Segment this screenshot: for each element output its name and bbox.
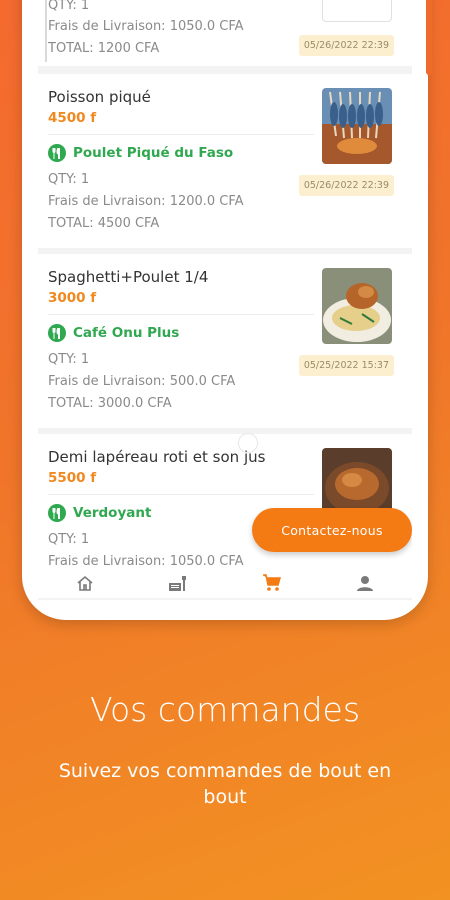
card-side-bar [45, 0, 47, 62]
dish-name: Demi lapéreau roti et son jus [48, 448, 266, 466]
bottom-nav [38, 568, 412, 598]
restaurant-name: Verdoyant [73, 505, 152, 521]
cart-icon [262, 574, 281, 591]
order-delivery-fee: Frais de Livraison: 1050.0 CFA [48, 19, 244, 34]
food-image [322, 0, 392, 22]
restaurant[interactable]: Café Onu Plus [48, 324, 179, 342]
order-card[interactable]: Poisson piqué 4500 f Poulet Piqué du Fas… [38, 74, 412, 248]
order-total: TOTAL: 1200 CFA [48, 41, 160, 56]
orders-screen[interactable]: QTY: 1 Frais de Livraison: 1050.0 CFA TO… [38, 0, 412, 600]
menu-icon [169, 576, 187, 591]
order-delivery-fee: Frais de Livraison: 1200.0 CFA [48, 194, 244, 209]
divider [48, 314, 314, 315]
order-qty: QTY: 1 [48, 172, 90, 187]
dish-price: 4500 f [48, 110, 97, 126]
restaurant-name: Café Onu Plus [73, 325, 180, 341]
nav-home[interactable] [65, 571, 105, 595]
caption-title: Vos commandes [89, 690, 361, 729]
profile-icon [357, 576, 374, 591]
contact-us-button[interactable]: Contactez-nous [252, 508, 412, 552]
order-delivery-fee: Frais de Livraison: 500.0 CFA [48, 374, 236, 389]
scroll-indicator [238, 433, 258, 453]
order-delivery-fee: Frais de Livraison: 1050.0 CFA [48, 554, 244, 569]
restaurant[interactable]: Poulet Piqué du Faso [48, 144, 233, 162]
divider [48, 134, 314, 135]
order-card[interactable]: QTY: 1 Frais de Livraison: 1050.0 CFA TO… [38, 0, 412, 66]
divider [48, 494, 314, 495]
order-date: 05/26/2022 22:39 [298, 175, 394, 196]
restaurant-name: Poulet Piqué du Faso [73, 145, 234, 161]
order-date: 05/25/2022 15:37 [298, 355, 394, 376]
restaurant[interactable]: Verdoyant [48, 504, 151, 522]
nav-menu[interactable] [158, 571, 198, 595]
utensils-icon [48, 144, 66, 162]
utensils-icon [48, 324, 66, 342]
order-qty: QTY: 1 [48, 0, 90, 13]
dish-name: Poisson piqué [48, 88, 151, 106]
order-card[interactable]: Spaghetti+Poulet 1/4 3000 f Café Onu Plu… [38, 254, 412, 428]
phone-side-accent [426, 0, 432, 75]
dish-name: Spaghetti+Poulet 1/4 [48, 268, 209, 286]
food-image [322, 268, 392, 344]
nav-cart[interactable] [252, 571, 292, 595]
order-date: 05/26/2022 22:39 [298, 35, 394, 56]
phone-frame: QTY: 1 Frais de Livraison: 1050.0 CFA TO… [22, 0, 428, 620]
dish-price: 3000 f [48, 290, 97, 306]
nav-profile[interactable] [345, 571, 385, 595]
home-icon [77, 575, 93, 591]
caption-subtitle: Suivez vos commandes de bout en bout [58, 760, 392, 808]
order-qty: QTY: 1 [48, 352, 90, 367]
order-qty: QTY: 1 [48, 532, 90, 547]
food-image [322, 88, 392, 164]
dish-price: 5500 f [48, 470, 97, 486]
order-total: TOTAL: 3000.0 CFA [48, 396, 172, 411]
order-total: TOTAL: 4500 CFA [48, 216, 160, 231]
utensils-icon [48, 504, 66, 522]
